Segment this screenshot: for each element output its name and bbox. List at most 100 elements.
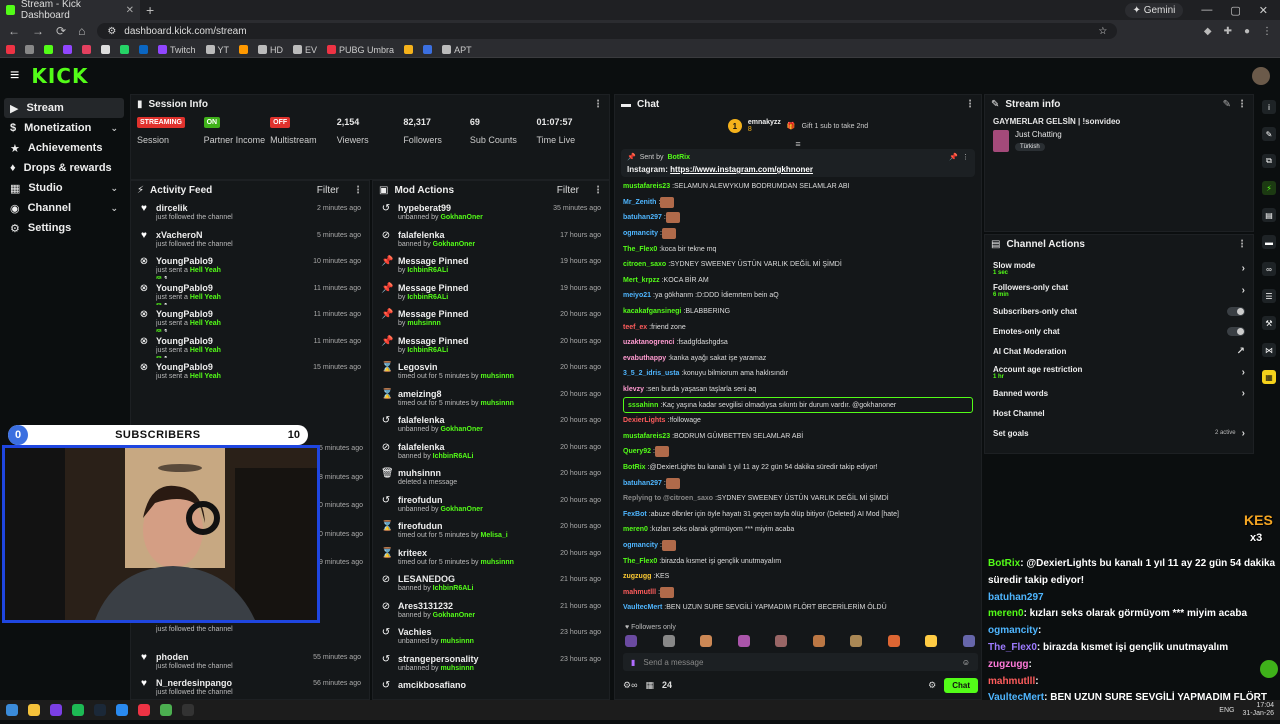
browser-tab[interactable]: Stream - Kick Dashboard ✕ [0,0,140,21]
moderator-name[interactable]: muhsinnn [481,373,514,380]
mod-action-title[interactable]: hypeberat99 [398,203,546,213]
channel-action-account-age-restriction[interactable]: Account age restriction 1 hr › [985,361,1253,383]
mod-action-title[interactable]: falafelenka [398,415,553,425]
lightning-rail-icon[interactable]: ⚡ [1262,181,1276,195]
chrome-icon[interactable] [160,704,172,716]
maximize-icon[interactable]: ▢ [1230,4,1240,17]
chat-username[interactable]: The_Flex0 [623,558,657,565]
clock[interactable]: 17:04 31-Jan-26 [1242,702,1274,718]
mod-action-title[interactable]: falafelenka [398,442,553,452]
bookmark-star-icon[interactable]: ☆ [1098,26,1107,37]
sidebar-item-settings[interactable]: ⚙ Settings [4,218,124,238]
bookmark-hd[interactable]: HD [258,45,283,55]
chat-username[interactable]: Replying to @citroen_saxo [623,495,713,502]
channel-action-host-channel[interactable]: Host Channel [985,403,1253,423]
users-icon[interactable]: ▦ [645,680,654,691]
activity-username[interactable]: YoungPablo9 [156,309,307,319]
mod-action-title[interactable]: Ares3131232 [398,601,553,611]
activity-username[interactable]: YoungPablo9 [156,256,306,266]
chat-username[interactable]: Mr_Zenith [623,199,656,206]
mod-action-title[interactable]: amcikbosafiano [398,680,594,690]
bookmark-pubg[interactable]: PUBG Umbra [327,45,394,55]
chevron-down-icon[interactable]: ⌄ [110,203,118,214]
chat-username[interactable]: mustafareis23 [623,183,670,190]
mod-action-title[interactable]: Message Pinned [398,256,553,266]
home-icon[interactable]: ⌂ [78,24,85,38]
bookmark-apt[interactable]: APT [442,45,472,55]
chat-username[interactable]: batuhan297 [623,214,662,221]
moderator-name[interactable]: GokhanOner [440,426,482,433]
external-link-icon[interactable]: ↗ [1237,346,1245,357]
chat-username[interactable]: 3_5_2_idris_usta [623,370,679,377]
mod-action-title[interactable]: Message Pinned [398,283,553,293]
sub-gift-leaderboard[interactable]: 1 emnakyzz 8 🎁 Gift 1 sub to take 2nd [615,113,981,139]
moderator-name[interactable]: IchbinR6ALi [407,347,448,354]
moderator-name[interactable]: GokhanOner [440,214,482,221]
chat-tools-icon[interactable]: ⚙∞ [623,680,637,691]
channel-action-subscribers-only-chat[interactable]: Subscribers-only chat [985,301,1253,321]
chat-username[interactable]: evabuthappy [623,355,666,362]
list-rail-icon[interactable]: ☰ [1262,289,1276,303]
moderator-name[interactable]: muhsinnn [440,665,473,672]
bookmark-icon-x[interactable] [101,45,110,54]
chat-username[interactable]: teef_ex [623,324,647,331]
mod-action-title[interactable]: ameizing8 [398,389,553,399]
bookmark-icon-blue2[interactable] [423,45,433,54]
hamburger-menu-icon[interactable]: ≡ [10,67,19,85]
sidebar-item-achievements[interactable]: ★ Achievements [4,138,124,158]
back-icon[interactable]: ← [8,24,20,38]
activity-filter-button[interactable]: Filter [317,185,339,196]
chevron-right-icon[interactable]: › [1242,367,1245,378]
activity-username[interactable]: YoungPablo9 [156,283,307,293]
chevron-down-icon[interactable]: ⌄ [110,123,118,134]
chevron-down-icon[interactable]: ⌄ [110,183,118,194]
user-avatar[interactable] [1252,67,1270,85]
steam-icon[interactable] [94,704,106,716]
chevron-right-icon[interactable]: › [1242,285,1245,296]
chat-username[interactable]: kacakafgansinegi [623,308,681,315]
channel-action-followers-only-chat[interactable]: Followers-only chat 6 min › [985,279,1253,301]
app-icon-1[interactable] [50,704,62,716]
bookmark-icon-gray[interactable] [25,45,34,54]
sidebar-item-stream[interactable]: ▶ Stream [4,98,124,118]
moderator-name[interactable]: muhsinnn [440,638,473,645]
channel-action-set-goals[interactable]: Set goals 2 active › [985,423,1253,443]
sidebar-item-channel[interactable]: ◉ Channel ⌄ [4,198,124,218]
activity-username[interactable]: dircelik [156,203,310,213]
chat-username[interactable]: Mert_krpzz [623,277,660,284]
mod-action-title[interactable]: Message Pinned [398,336,553,346]
pinned-more-icon[interactable]: ⋮ [962,153,969,161]
activity-username[interactable]: YoungPablo9 [156,362,306,372]
chat-username[interactable]: mustafareis23 [623,433,670,440]
app-icon-2[interactable] [116,704,128,716]
pinned-link[interactable]: https://www.instagram.com/gkhnoner [670,165,813,174]
site-info-icon[interactable]: ⚙ [107,26,116,37]
close-tab-icon[interactable]: ✕ [126,5,134,16]
chat-username[interactable]: VaultecMert [623,604,662,611]
chat-username[interactable]: ogmancity [623,542,658,549]
sidebar-item-monetization[interactable]: $ Monetization ⌄ [4,118,124,138]
moderator-name[interactable]: GokhanOner [433,612,475,619]
info-rail-icon[interactable]: i [1262,100,1276,114]
mod-filter-button[interactable]: Filter [557,185,579,196]
app-icon-3[interactable] [138,704,150,716]
mod-action-title[interactable]: strangepersonality [398,654,553,664]
obs-icon[interactable] [182,704,194,716]
extensions-puzzle-icon[interactable]: ✚ [1224,26,1232,37]
chat-send-button[interactable]: Chat [944,677,978,693]
sidebar-item-drops-rewards[interactable]: ♦ Drops & rewards [4,158,124,178]
mic-icon[interactable]: ▮ [631,658,635,667]
channel-action-ai-chat-moderation[interactable]: AI Chat Moderation ↗ [985,341,1253,361]
moderator-name[interactable]: GokhanOner [433,241,475,248]
moderator-name[interactable]: Melisa_i [481,532,508,539]
mod-action-title[interactable]: fireofudun [398,495,553,505]
channel-action-slow-mode[interactable]: Slow mode 1 sec › [985,257,1253,279]
gemini-button[interactable]: ✦ Gemini [1124,2,1184,18]
moderator-name[interactable]: muhsinnn [481,559,514,566]
unpin-icon[interactable]: 📌 [949,153,958,161]
chat-username[interactable]: zugzugg [623,573,651,580]
language-indicator[interactable]: ENG [1219,707,1234,714]
mod-action-title[interactable]: LESANEDOG [398,574,553,584]
nodes-rail-icon[interactable]: ⋈ [1262,343,1276,357]
bookmark-icon-red[interactable] [6,45,15,54]
